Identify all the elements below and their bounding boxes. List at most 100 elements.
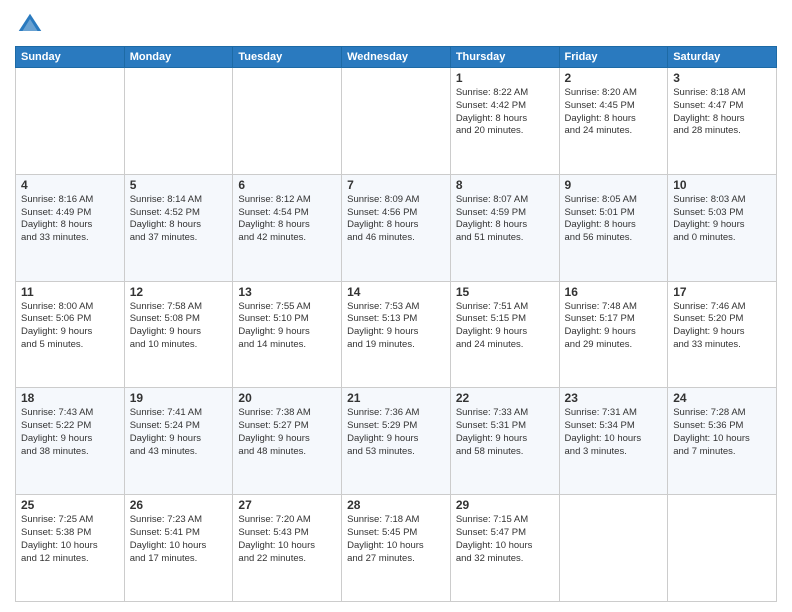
day-info-line: Sunrise: 7:51 AM [456, 301, 554, 314]
calendar-day-cell: 16Sunrise: 7:48 AMSunset: 5:17 PMDayligh… [559, 281, 668, 388]
day-info-line: Daylight: 9 hours [673, 326, 771, 339]
day-info-line: Daylight: 8 hours [565, 113, 663, 126]
day-info-line: Sunset: 5:13 PM [347, 313, 445, 326]
day-info-line: and 24 minutes. [456, 339, 554, 352]
day-info-line: Sunset: 5:01 PM [565, 207, 663, 220]
calendar-header-row: SundayMondayTuesdayWednesdayThursdayFrid… [16, 47, 777, 68]
day-number: 9 [565, 178, 663, 192]
day-info-line: Sunset: 5:38 PM [21, 527, 119, 540]
day-number: 28 [347, 498, 445, 512]
day-info-line: and 27 minutes. [347, 553, 445, 566]
day-info-line: Sunrise: 7:55 AM [238, 301, 336, 314]
calendar-day-cell: 1Sunrise: 8:22 AMSunset: 4:42 PMDaylight… [450, 68, 559, 175]
day-info-line: Daylight: 10 hours [347, 540, 445, 553]
day-info-line: Daylight: 9 hours [21, 433, 119, 446]
calendar-day-cell: 8Sunrise: 8:07 AMSunset: 4:59 PMDaylight… [450, 174, 559, 281]
day-info-line: Daylight: 9 hours [565, 326, 663, 339]
day-info-line: and 20 minutes. [456, 125, 554, 138]
calendar-day-cell [668, 495, 777, 602]
calendar-day-cell: 5Sunrise: 8:14 AMSunset: 4:52 PMDaylight… [124, 174, 233, 281]
day-info-line: Daylight: 9 hours [238, 326, 336, 339]
day-info-line: Daylight: 9 hours [21, 326, 119, 339]
day-number: 13 [238, 285, 336, 299]
calendar-day-cell [342, 68, 451, 175]
day-number: 15 [456, 285, 554, 299]
day-number: 26 [130, 498, 228, 512]
calendar-day-cell [233, 68, 342, 175]
calendar-day-cell: 14Sunrise: 7:53 AMSunset: 5:13 PMDayligh… [342, 281, 451, 388]
calendar-day-cell: 25Sunrise: 7:25 AMSunset: 5:38 PMDayligh… [16, 495, 125, 602]
day-number: 6 [238, 178, 336, 192]
calendar-day-cell: 13Sunrise: 7:55 AMSunset: 5:10 PMDayligh… [233, 281, 342, 388]
page: SundayMondayTuesdayWednesdayThursdayFrid… [0, 0, 792, 612]
day-number: 29 [456, 498, 554, 512]
day-info-line: Sunrise: 7:15 AM [456, 514, 554, 527]
day-info-line: Sunrise: 7:38 AM [238, 407, 336, 420]
day-info-line: Sunset: 5:36 PM [673, 420, 771, 433]
day-info-line: Sunset: 5:22 PM [21, 420, 119, 433]
day-info-line: and 46 minutes. [347, 232, 445, 245]
day-info-line: and 12 minutes. [21, 553, 119, 566]
day-number: 22 [456, 391, 554, 405]
calendar-table: SundayMondayTuesdayWednesdayThursdayFrid… [15, 46, 777, 602]
calendar-day-cell: 29Sunrise: 7:15 AMSunset: 5:47 PMDayligh… [450, 495, 559, 602]
calendar-day-cell: 18Sunrise: 7:43 AMSunset: 5:22 PMDayligh… [16, 388, 125, 495]
day-info-line: and 53 minutes. [347, 446, 445, 459]
day-info-line: and 32 minutes. [456, 553, 554, 566]
day-info-line: and 37 minutes. [130, 232, 228, 245]
day-info-line: Sunrise: 7:33 AM [456, 407, 554, 420]
day-number: 23 [565, 391, 663, 405]
calendar-day-cell: 23Sunrise: 7:31 AMSunset: 5:34 PMDayligh… [559, 388, 668, 495]
day-info-line: and 0 minutes. [673, 232, 771, 245]
calendar-day-cell: 28Sunrise: 7:18 AMSunset: 5:45 PMDayligh… [342, 495, 451, 602]
day-info-line: and 14 minutes. [238, 339, 336, 352]
day-info-line: and 42 minutes. [238, 232, 336, 245]
calendar-day-cell: 24Sunrise: 7:28 AMSunset: 5:36 PMDayligh… [668, 388, 777, 495]
calendar-day-cell: 4Sunrise: 8:16 AMSunset: 4:49 PMDaylight… [16, 174, 125, 281]
calendar-day-cell: 2Sunrise: 8:20 AMSunset: 4:45 PMDaylight… [559, 68, 668, 175]
day-info-line: Sunset: 5:03 PM [673, 207, 771, 220]
day-info-line: Sunset: 4:56 PM [347, 207, 445, 220]
day-info-line: Daylight: 8 hours [238, 219, 336, 232]
day-info-line: Sunrise: 8:20 AM [565, 87, 663, 100]
day-info-line: Sunrise: 8:22 AM [456, 87, 554, 100]
calendar-day-cell: 21Sunrise: 7:36 AMSunset: 5:29 PMDayligh… [342, 388, 451, 495]
day-info-line: and 29 minutes. [565, 339, 663, 352]
calendar-day-cell: 9 Sunrise: 8:05 AMSunset: 5:01 PMDaylight… [559, 174, 668, 281]
day-info-line: Daylight: 8 hours [347, 219, 445, 232]
day-number: 11 [21, 285, 119, 299]
day-info-line: Sunset: 4:42 PM [456, 100, 554, 113]
calendar-day-cell: 19Sunrise: 7:41 AMSunset: 5:24 PMDayligh… [124, 388, 233, 495]
day-info-line: Sunset: 5:31 PM [456, 420, 554, 433]
day-info-line: Sunset: 4:47 PM [673, 100, 771, 113]
calendar-day-cell: 15Sunrise: 7:51 AMSunset: 5:15 PMDayligh… [450, 281, 559, 388]
day-info-line: Daylight: 9 hours [456, 433, 554, 446]
day-info-line: Sunrise: 8:12 AM [238, 194, 336, 207]
day-info-line: Sunset: 5:45 PM [347, 527, 445, 540]
day-info-line: Sunset: 5:43 PM [238, 527, 336, 540]
day-info-line: Sunset: 5:34 PM [565, 420, 663, 433]
day-info-line: and 5 minutes. [21, 339, 119, 352]
day-info-line: Daylight: 8 hours [565, 219, 663, 232]
day-info-line: and 10 minutes. [130, 339, 228, 352]
day-info-line: and 58 minutes. [456, 446, 554, 459]
day-number: 20 [238, 391, 336, 405]
day-info-line: Daylight: 10 hours [456, 540, 554, 553]
calendar-day-cell [124, 68, 233, 175]
day-info-line: Sunrise: 8:05 AM [565, 194, 663, 207]
calendar-day-cell [16, 68, 125, 175]
day-info-line: Sunset: 4:52 PM [130, 207, 228, 220]
day-number: 14 [347, 285, 445, 299]
day-number: 19 [130, 391, 228, 405]
day-number: 27 [238, 498, 336, 512]
day-number: 18 [21, 391, 119, 405]
day-info-line: Sunset: 4:49 PM [21, 207, 119, 220]
day-info-line: and 22 minutes. [238, 553, 336, 566]
calendar-week-row: 25Sunrise: 7:25 AMSunset: 5:38 PMDayligh… [16, 495, 777, 602]
day-info-line: and 56 minutes. [565, 232, 663, 245]
calendar-day-header: Saturday [668, 47, 777, 68]
calendar-day-header: Thursday [450, 47, 559, 68]
day-number: 1 [456, 71, 554, 85]
calendar-week-row: 1 Sunrise: 8:22 AMSunset: 4:42 PM Daylight… [16, 68, 777, 175]
calendar-day-cell: 22 Sunrise: 7:33 AMSunset: 5:31 PMDayligh… [450, 388, 559, 495]
